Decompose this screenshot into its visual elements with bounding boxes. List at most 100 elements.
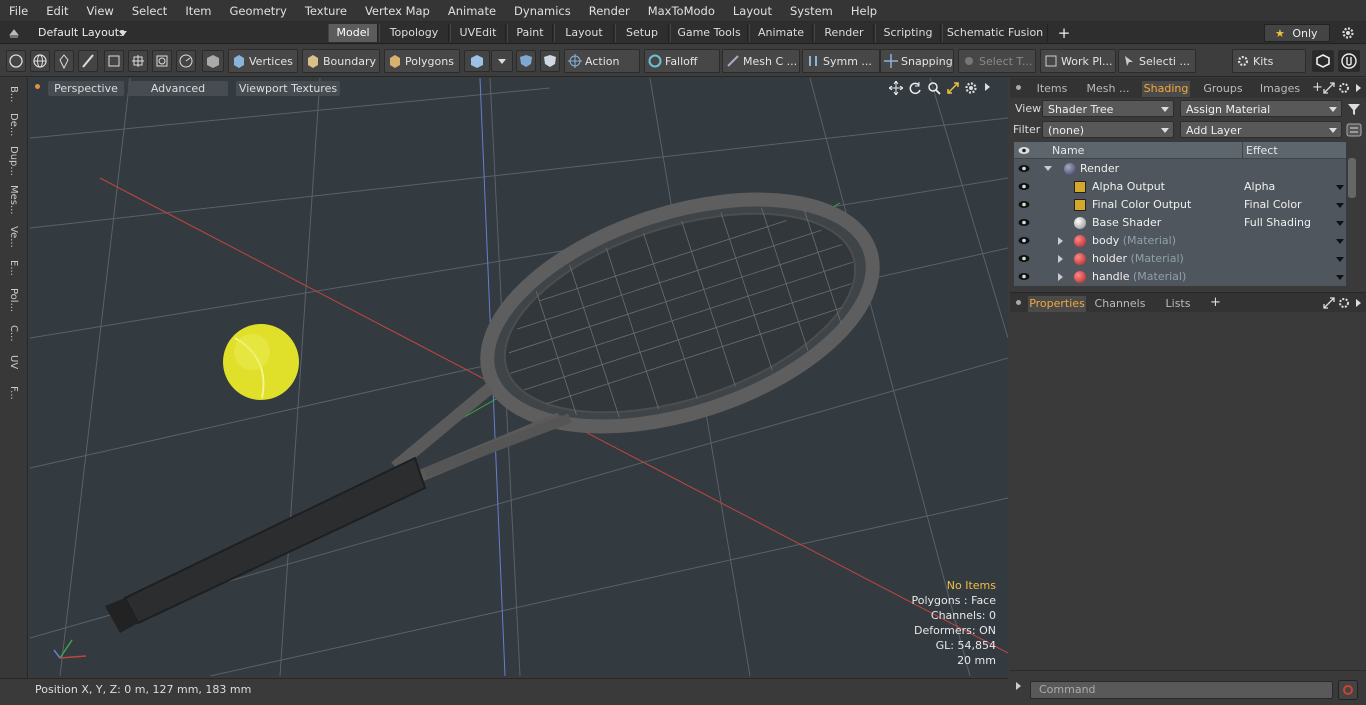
- tab-items[interactable]: Items: [1030, 81, 1074, 97]
- tab-layout[interactable]: Layout: [554, 24, 614, 42]
- mesh-constraint-button[interactable]: Mesh C ...: [722, 49, 800, 73]
- shader-row-alpha-output[interactable]: Alpha Output Alpha: [1014, 178, 1346, 196]
- base-shader-effect[interactable]: Full Shading: [1244, 214, 1311, 232]
- tab-lists[interactable]: Lists: [1152, 296, 1204, 312]
- tab-animate[interactable]: Animate: [749, 24, 813, 42]
- shield-alt-button[interactable]: [540, 50, 560, 72]
- add-tab-button[interactable]: +: [1056, 24, 1072, 42]
- view-dropdown[interactable]: Shader Tree: [1042, 100, 1174, 117]
- gear-icon[interactable]: [1341, 26, 1355, 40]
- chevron-down-icon[interactable]: [1336, 203, 1344, 208]
- perspective-tab[interactable]: Perspective: [48, 81, 124, 96]
- tab-schematic-fusion[interactable]: Schematic Fusion: [942, 24, 1048, 42]
- shader-row-render[interactable]: Render: [1014, 160, 1346, 178]
- select-through-button[interactable]: Select T...: [958, 49, 1036, 73]
- left-tab-deform[interactable]: De...: [4, 110, 22, 140]
- unity-button[interactable]: [1312, 50, 1334, 72]
- maximize-view-icon[interactable]: [946, 81, 960, 95]
- expand-arrow-icon[interactable]: [1058, 273, 1063, 281]
- visibility-eye-icon[interactable]: [1018, 182, 1030, 191]
- tab-groups[interactable]: Groups: [1196, 81, 1250, 97]
- effect-column-header[interactable]: Effect: [1246, 144, 1278, 157]
- menu-vertex-map[interactable]: Vertex Map: [356, 0, 439, 22]
- material-mode-button[interactable]: [464, 50, 490, 72]
- tab-model[interactable]: Model: [328, 24, 378, 42]
- 3d-viewport[interactable]: Perspective Advanced Viewport Textures N…: [30, 78, 1008, 676]
- shader-row-handle[interactable]: handle (Material): [1014, 268, 1346, 286]
- grid-button[interactable]: [128, 50, 148, 72]
- add-panel-tab-button[interactable]: +: [1210, 295, 1221, 310]
- assign-material-dropdown[interactable]: Assign Material: [1180, 100, 1342, 117]
- move-view-icon[interactable]: [889, 81, 903, 95]
- transform-button[interactable]: [104, 50, 124, 72]
- shader-row-holder[interactable]: holder (Material): [1014, 250, 1346, 268]
- visibility-eye-icon[interactable]: [1018, 254, 1030, 263]
- final-color-output-effect[interactable]: Final Color: [1244, 196, 1302, 214]
- chevron-down-icon[interactable]: [1336, 257, 1344, 262]
- kits-button[interactable]: Kits: [1232, 49, 1306, 73]
- visibility-eye-icon[interactable]: [1018, 272, 1030, 281]
- left-tab-basic[interactable]: B...: [4, 82, 22, 106]
- visibility-eye-icon[interactable]: [1018, 218, 1030, 227]
- symmetry-button[interactable]: Symm ...: [802, 49, 880, 73]
- command-input[interactable]: Command: [1030, 681, 1333, 699]
- viewport-gear-icon[interactable]: [964, 81, 978, 95]
- shader-tree-scrollbar[interactable]: [1348, 158, 1356, 198]
- panel-gear-icon[interactable]: [1338, 82, 1350, 94]
- panel-maximize-icon[interactable]: [1323, 82, 1335, 94]
- unreal-button[interactable]: [1338, 50, 1360, 72]
- menu-view[interactable]: View: [78, 0, 123, 22]
- left-tab-uv[interactable]: UV: [4, 350, 22, 374]
- visibility-eye-icon[interactable]: [1018, 200, 1030, 209]
- menu-render[interactable]: Render: [580, 0, 639, 22]
- tab-shading[interactable]: Shading: [1142, 81, 1190, 97]
- layout-menu-icon[interactable]: [8, 27, 20, 39]
- menu-dynamics[interactable]: Dynamics: [505, 0, 580, 22]
- menu-edit[interactable]: Edit: [37, 0, 77, 22]
- rotate-view-icon[interactable]: [908, 81, 922, 95]
- tab-images[interactable]: Images: [1254, 81, 1306, 97]
- item-mode-button[interactable]: [202, 50, 224, 72]
- record-button[interactable]: [1338, 680, 1358, 700]
- tab-scripting[interactable]: Scripting: [875, 24, 941, 42]
- panel-gear-icon[interactable]: [1338, 297, 1350, 309]
- menu-select[interactable]: Select: [123, 0, 176, 22]
- layout-selector[interactable]: Default Layouts: [28, 24, 138, 42]
- left-tab-vertex[interactable]: Ve...: [4, 222, 22, 252]
- command-history-arrow-icon[interactable]: [1016, 682, 1021, 690]
- menu-animate[interactable]: Animate: [439, 0, 505, 22]
- select-circle-button[interactable]: [6, 50, 26, 72]
- falloff-button[interactable]: Falloff: [644, 49, 720, 73]
- viewport-textures-tab[interactable]: Viewport Textures: [236, 81, 340, 96]
- tab-uvedit[interactable]: UVEdit: [450, 24, 506, 42]
- add-layer-dropdown[interactable]: Add Layer: [1180, 121, 1342, 138]
- visibility-eye-icon[interactable]: [1018, 164, 1030, 173]
- chevron-down-icon[interactable]: [1336, 185, 1344, 190]
- tab-properties[interactable]: Properties: [1028, 296, 1086, 312]
- pen-tool-button[interactable]: [54, 50, 74, 72]
- selection-sets-button[interactable]: Selecti ...: [1118, 49, 1196, 73]
- action-center-button[interactable]: Action: [564, 49, 640, 73]
- tab-paint[interactable]: Paint: [507, 24, 553, 42]
- symmetry-shield-button[interactable]: [516, 50, 536, 72]
- viewport-options-dot[interactable]: [35, 84, 40, 89]
- expand-arrow-icon[interactable]: [1058, 237, 1063, 245]
- filter-funnel-icon[interactable]: [1346, 101, 1362, 117]
- menu-help[interactable]: Help: [842, 0, 886, 22]
- expand-arrow-icon[interactable]: [1058, 255, 1063, 263]
- brush-tool-button[interactable]: [78, 50, 98, 72]
- tab-topology[interactable]: Topology: [379, 24, 449, 42]
- zoom-view-icon[interactable]: [927, 81, 941, 95]
- chevron-down-icon[interactable]: [1336, 239, 1344, 244]
- frame-button[interactable]: [152, 50, 172, 72]
- expand-arrow-icon[interactable]: [1044, 166, 1052, 171]
- polygons-button[interactable]: Polygons: [384, 49, 460, 73]
- tab-game-tools[interactable]: Game Tools: [670, 24, 748, 42]
- menu-geometry[interactable]: Geometry: [221, 0, 296, 22]
- mode-dropdown-button[interactable]: [491, 50, 513, 72]
- menu-maxtomodo[interactable]: MaxToModo: [639, 0, 724, 22]
- menu-file[interactable]: File: [0, 0, 37, 22]
- visibility-eye-icon[interactable]: [1018, 236, 1030, 245]
- vertices-button[interactable]: Vertices: [228, 49, 298, 73]
- snapping-button[interactable]: Snapping: [880, 49, 954, 73]
